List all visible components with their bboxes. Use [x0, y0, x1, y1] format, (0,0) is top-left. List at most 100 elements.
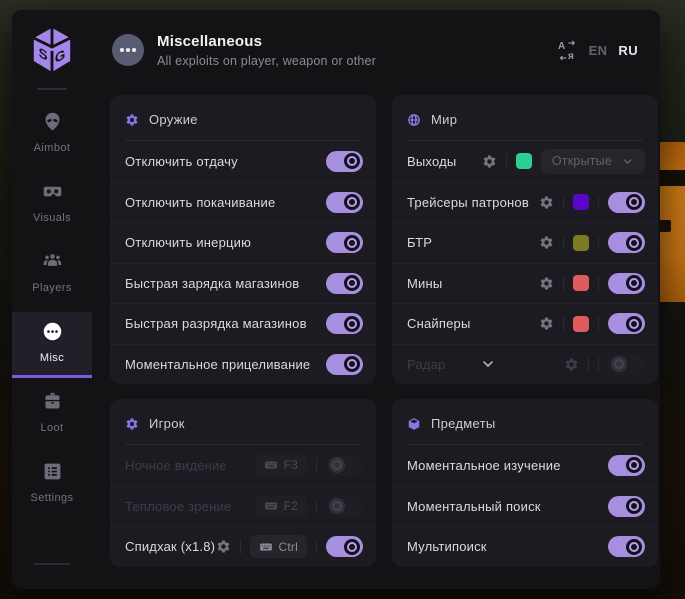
- toggle-switch[interactable]: [608, 192, 645, 213]
- section-title: Мир: [431, 112, 457, 127]
- toggle-switch[interactable]: [608, 455, 645, 476]
- feature-row: Ночное видение F3: [110, 445, 376, 486]
- keyboard-icon: [264, 458, 278, 472]
- section-card: Игрок Ночное видение F3 Тепловое зрение: [110, 399, 376, 567]
- list-icon: [42, 461, 63, 485]
- sidebar-divider: [37, 88, 67, 90]
- feature-row: Моментальное прицеливание: [110, 344, 376, 385]
- section-title: Оружие: [149, 112, 198, 127]
- svg-text:A: A: [558, 41, 565, 52]
- feature-row: Тепловое зрение F2: [110, 486, 376, 527]
- ellipsis-circle-icon: [112, 34, 144, 66]
- feature-row: Отключить инерцию: [110, 222, 376, 263]
- color-swatch[interactable]: [573, 316, 589, 332]
- toggle-switch[interactable]: [326, 151, 363, 172]
- svg-text:я: я: [568, 51, 574, 60]
- gear-icon[interactable]: [539, 316, 554, 331]
- toggle-switch[interactable]: [608, 536, 645, 557]
- toggle-switch[interactable]: [608, 313, 645, 334]
- toggle-switch[interactable]: [608, 496, 645, 517]
- gear-icon[interactable]: [539, 276, 554, 291]
- toggle-switch[interactable]: [608, 273, 645, 294]
- section-card: Предметы Моментальное изучение Моменталь…: [392, 399, 658, 567]
- gear-icon[interactable]: [539, 235, 554, 250]
- cube-logo-icon: S G: [29, 26, 75, 74]
- page-title: Miscellaneous: [157, 33, 376, 50]
- hotkey-badge[interactable]: F2: [255, 495, 307, 518]
- feature-label: Отключить инерцию: [125, 235, 251, 250]
- translate-icon[interactable]: A я: [558, 40, 578, 60]
- page-subtitle: All exploits on player, weapon or other: [157, 54, 376, 68]
- feature-row: Радар: [392, 344, 658, 385]
- dropdown-select[interactable]: Открытые: [541, 149, 645, 174]
- section-card: Оружие Отключить отдачу Отключить покачи…: [110, 95, 376, 384]
- feature-label: Спидхак (x1.8): [125, 539, 215, 554]
- feature-label: Отключить покачивание: [125, 195, 275, 210]
- sidebar-item-loot[interactable]: Loot: [12, 382, 92, 448]
- gear-icon[interactable]: [564, 357, 579, 372]
- sidebar-item-players[interactable]: Players: [12, 242, 92, 308]
- hotkey-badge[interactable]: Ctrl: [250, 535, 307, 558]
- feature-label: Снайперы: [407, 316, 471, 331]
- package-icon: [407, 417, 421, 431]
- feature-row: Мины: [392, 263, 658, 304]
- toggle-switch[interactable]: [326, 496, 363, 517]
- chevron-down-icon: [621, 155, 634, 168]
- feature-label: Отключить отдачу: [125, 154, 238, 169]
- gear-icon[interactable]: [216, 539, 231, 554]
- globe-icon: [407, 113, 421, 127]
- feature-row: Моментальное изучение: [392, 445, 658, 486]
- sidebar-item-visuals[interactable]: Visuals: [12, 172, 92, 238]
- feature-row: Снайперы: [392, 303, 658, 344]
- feature-label: Моментальное изучение: [407, 458, 561, 473]
- toggle-switch[interactable]: [326, 354, 363, 375]
- sidebar-item-aimbot[interactable]: Aimbot: [12, 102, 92, 168]
- sidebar-item-misc[interactable]: Misc: [12, 312, 92, 378]
- hotkey-badge[interactable]: F3: [255, 454, 307, 477]
- color-swatch[interactable]: [516, 153, 532, 169]
- toggle-switch[interactable]: [326, 273, 363, 294]
- toggle-switch[interactable]: [326, 536, 363, 557]
- gear-icon: [125, 113, 139, 127]
- toggle-switch[interactable]: [326, 455, 363, 476]
- language-ru-button[interactable]: RU: [618, 43, 638, 58]
- toggle-switch[interactable]: [608, 354, 645, 375]
- keyboard-icon: [264, 499, 278, 513]
- feature-row: Быстрая зарядка магазинов: [110, 263, 376, 304]
- feature-label: Радар: [407, 357, 446, 372]
- feature-label: БТР: [407, 235, 432, 250]
- feature-row: Отключить отдачу: [110, 141, 376, 182]
- cheat-menu-window: S G Aimbot Visuals Players Misc Loot Set…: [12, 10, 660, 589]
- feature-row: Мультипоиск: [392, 526, 658, 567]
- alien-icon: [42, 111, 63, 135]
- feature-label: Мультипоиск: [407, 539, 487, 554]
- ellipsis-circle-icon: [42, 321, 63, 345]
- color-swatch[interactable]: [573, 194, 589, 210]
- feature-row: Трейсеры патронов: [392, 182, 658, 223]
- section-title: Игрок: [149, 416, 185, 431]
- toggle-switch[interactable]: [608, 232, 645, 253]
- feature-label: Моментальное прицеливание: [125, 357, 310, 372]
- chevron-down-icon[interactable]: [480, 356, 496, 372]
- color-swatch[interactable]: [573, 275, 589, 291]
- goggles-icon: [42, 181, 63, 205]
- toggle-switch[interactable]: [326, 313, 363, 334]
- toggle-switch[interactable]: [326, 232, 363, 253]
- feature-label: Выходы: [407, 154, 456, 169]
- gear-icon[interactable]: [539, 195, 554, 210]
- color-swatch[interactable]: [573, 235, 589, 251]
- gear-icon: [125, 417, 139, 431]
- briefcase-icon: [42, 391, 63, 415]
- sidebar-bottom-divider: [34, 563, 70, 565]
- language-en-button[interactable]: EN: [589, 43, 608, 58]
- gear-icon[interactable]: [482, 154, 497, 169]
- toggle-switch[interactable]: [326, 192, 363, 213]
- feature-label: Моментальный поиск: [407, 499, 541, 514]
- feature-label: Тепловое зрение: [125, 499, 231, 514]
- feature-label: Трейсеры патронов: [407, 195, 529, 210]
- sidebar: S G Aimbot Visuals Players Misc Loot Set…: [12, 10, 92, 589]
- background-orange-object: [657, 142, 685, 302]
- feature-label: Мины: [407, 276, 442, 291]
- sidebar-item-settings[interactable]: Settings: [12, 452, 92, 518]
- page-header: Miscellaneous All exploits on player, we…: [92, 10, 660, 90]
